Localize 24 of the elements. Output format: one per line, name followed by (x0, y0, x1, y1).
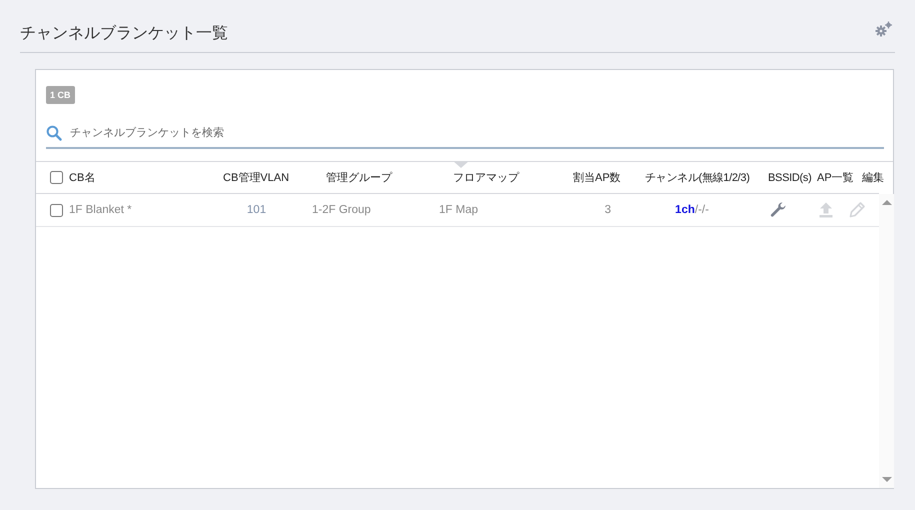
column-header[interactable]: BSSID(s) (768, 172, 812, 184)
table-cell: 1-2F Group (312, 204, 371, 216)
search-icon (46, 125, 62, 141)
scrollbar[interactable] (879, 194, 894, 488)
column-header[interactable]: チャンネル(無線1/2/3) (645, 170, 750, 185)
table-cell: 1F Map (439, 204, 478, 216)
table-cell: 3 (604, 204, 611, 216)
table-cell: 1F Blanket * (69, 204, 132, 216)
row-checkbox[interactable] (50, 204, 63, 216)
table-cell: 101 (246, 204, 266, 216)
select-all-checkbox[interactable] (50, 171, 63, 184)
column-header[interactable]: AP一覧 (817, 170, 854, 185)
count-badge: 1 CB (46, 86, 75, 104)
column-header[interactable]: 編集 (862, 170, 884, 185)
wrench-icon[interactable] (769, 201, 787, 219)
column-header[interactable]: 割当AP数 (573, 170, 621, 185)
column-header[interactable]: フロアマップ (453, 170, 519, 185)
settings-icon[interactable] (875, 21, 893, 37)
column-header[interactable]: CB名 (69, 170, 96, 185)
column-header[interactable]: 管理グループ (326, 170, 392, 185)
search-field[interactable]: チャンネルブランケットを検索 (68, 126, 884, 140)
table-cell: 1ch/-/- (675, 204, 709, 216)
page-title: チャンネルブランケット一覧 (20, 24, 228, 44)
column-header[interactable]: CB管理VLAN (223, 170, 290, 185)
